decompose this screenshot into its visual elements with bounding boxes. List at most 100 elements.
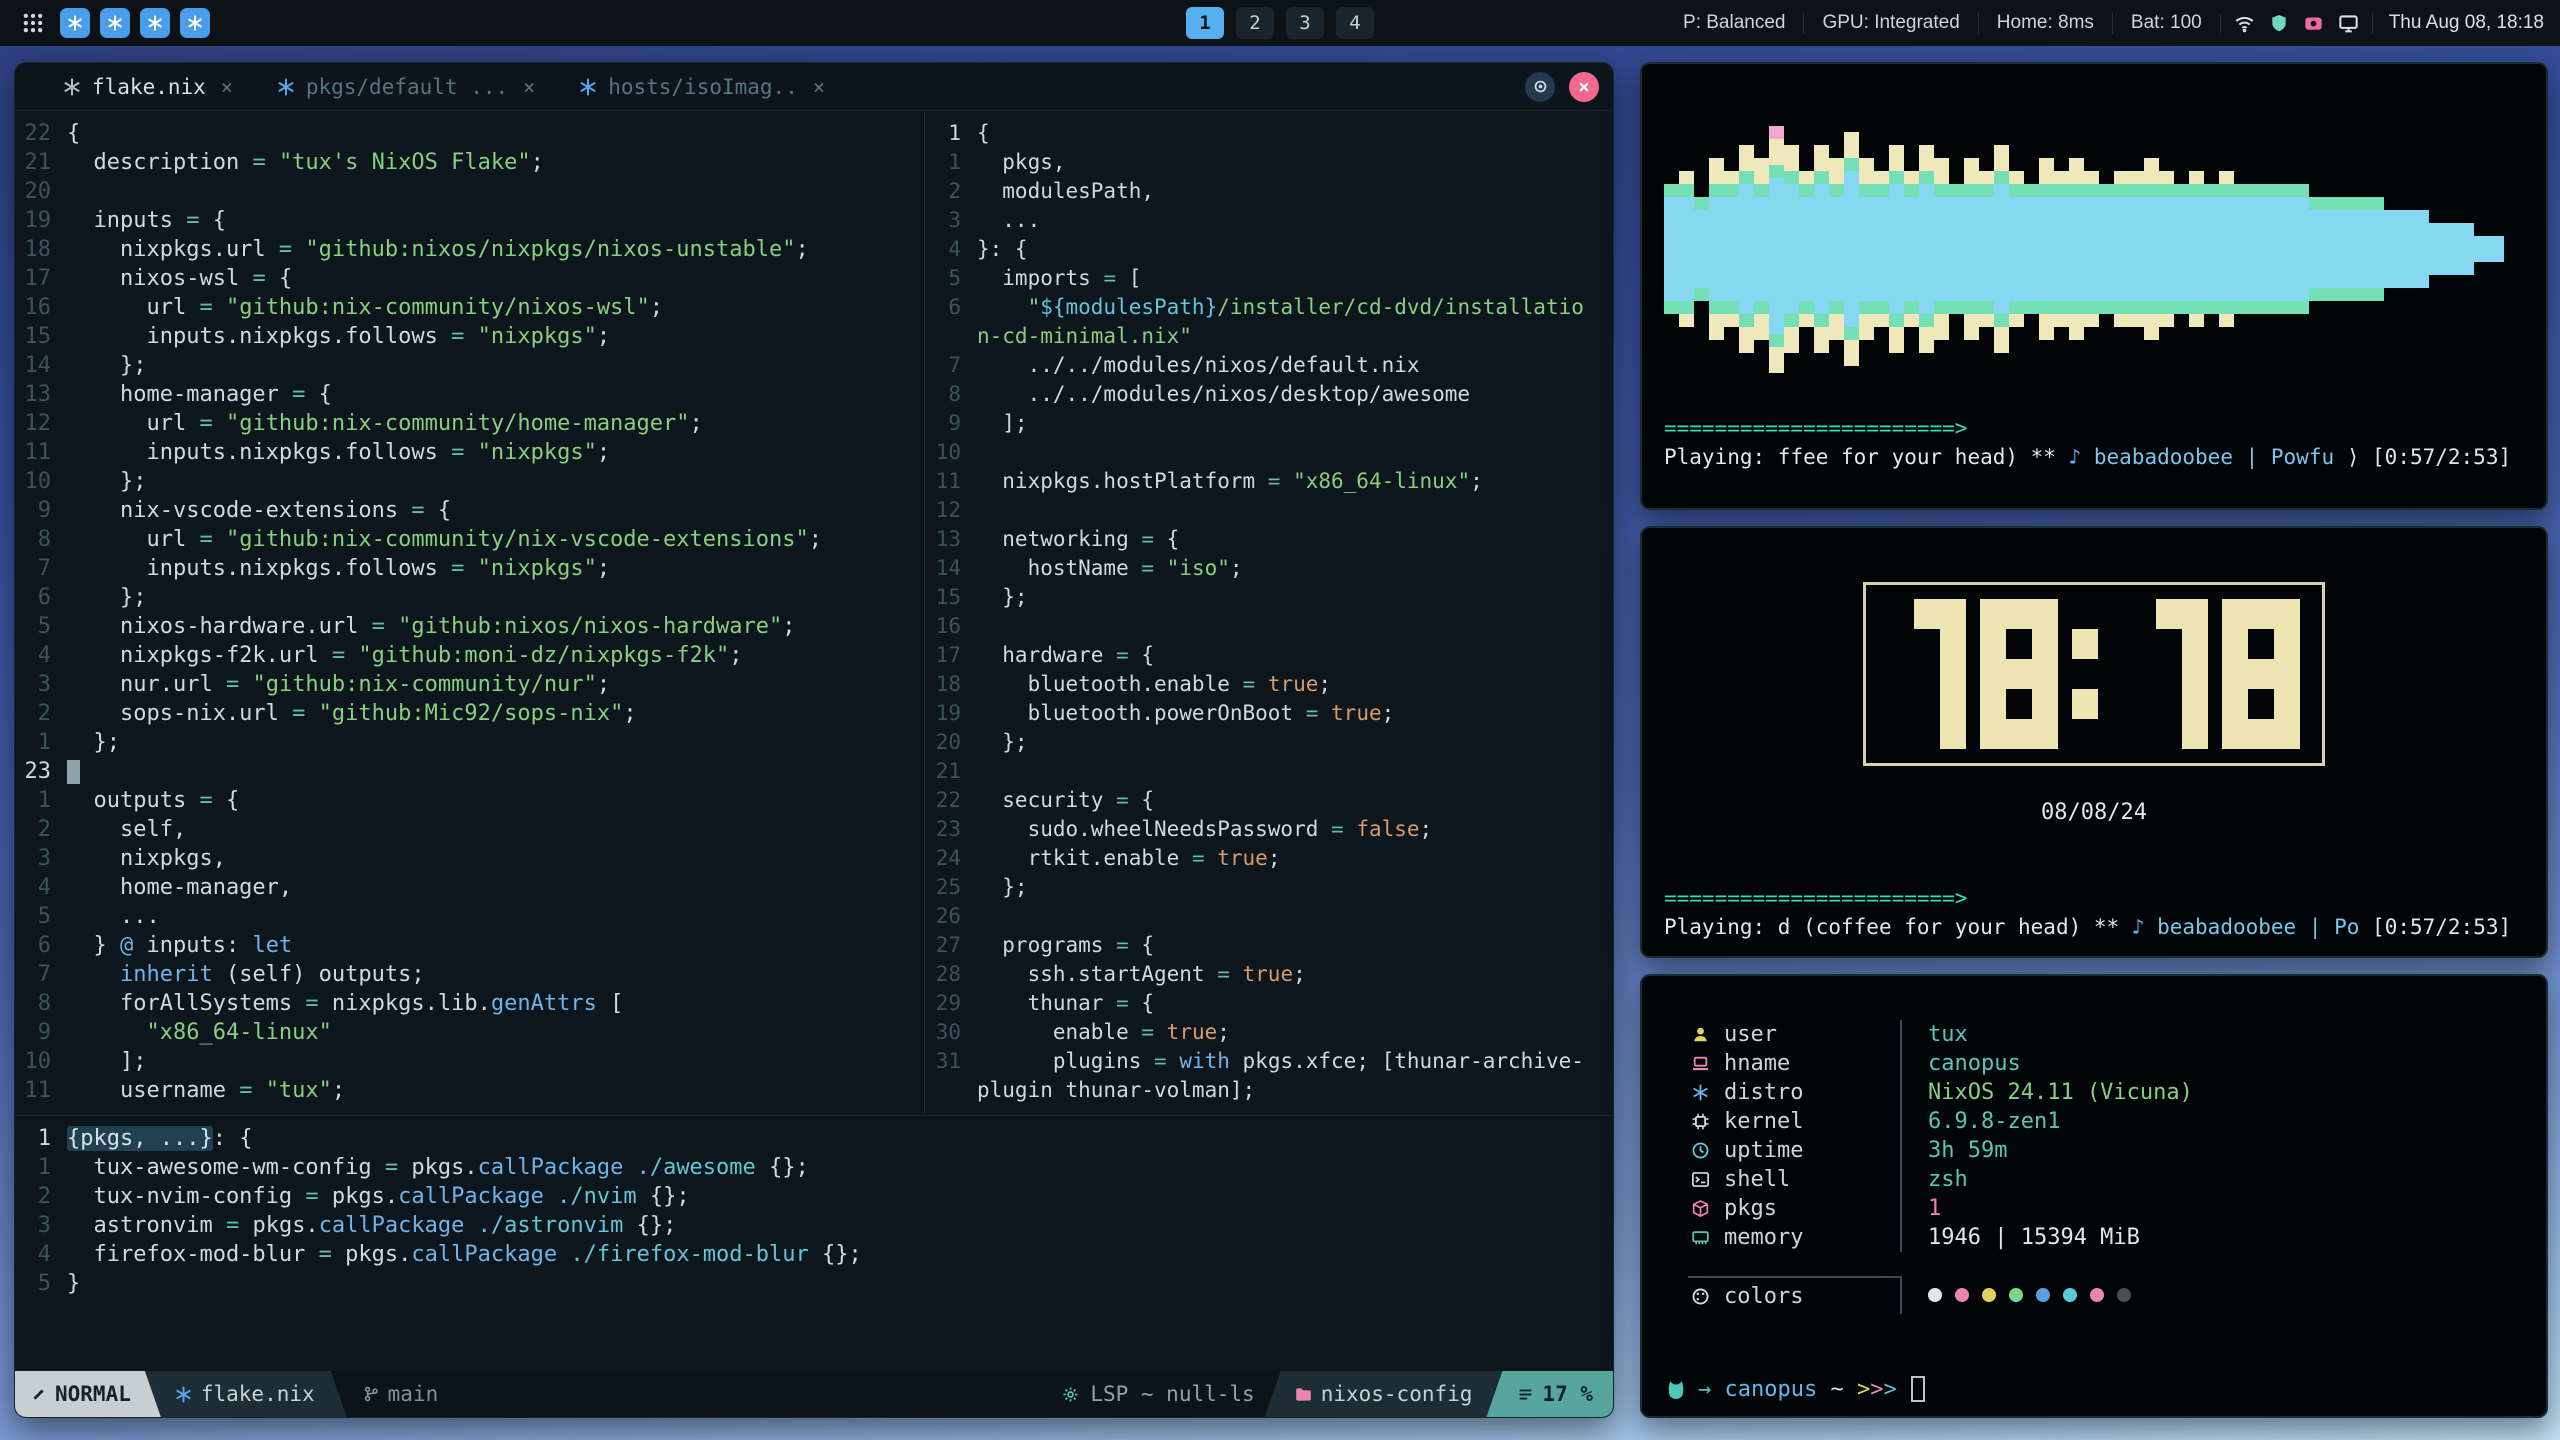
line-number: 14 [925,554,977,583]
status-chip: Home: 8ms [1978,12,2112,34]
tab-pkgs-default[interactable]: pkgs/default ... × [255,63,557,110]
code-line: 4}: { [925,235,1613,264]
gear-icon [1062,1386,1079,1403]
dock-app-icon[interactable] [180,8,210,38]
editor-pane-flake[interactable]: 22{21 description = "tux's NixOS Flake";… [15,111,925,1115]
fetch-label: user [1724,1022,1777,1047]
code-line: 10 }; [15,467,924,496]
code-line: 5 imports = [ [925,264,1613,293]
editor-pane-pkgs[interactable]: 1{pkgs, ...}: {1 tux-awesome-wm-config =… [15,1115,1613,1371]
close-button[interactable]: × [1569,72,1599,102]
code-line: 9 ]; [925,409,1613,438]
line-number: 10 [15,1047,67,1076]
line-text: nixpkgs, [67,844,226,873]
clock-date-text[interactable]: Thu Aug 08, 18:18 [2372,12,2544,34]
viz-bar [2114,171,2129,327]
network-icon[interactable] [2235,14,2254,33]
viz-bar [1889,145,1904,353]
code-line: 23 sudo.wheelNeedsPassword = false; [925,815,1613,844]
line-text: ssh.startAgent = true; [977,960,1306,989]
playing-prefix: Playing: [1664,445,1778,469]
line-number: 4 [15,641,67,670]
clock-panel: 08/08/24 =======================> Playin… [1640,526,2548,958]
fetch-value: NixOS 24.11 (Vicuna) [1902,1080,2193,1105]
tab-close-icon[interactable]: × [221,75,233,99]
shield-icon[interactable] [2270,14,2288,32]
viz-bar [1934,158,1949,340]
line-text: } [67,1269,80,1298]
line-text: plugin thunar-volman]; [977,1076,1255,1105]
viz-bar [1979,171,1994,327]
eq-line: =======================> [1664,884,2524,913]
color-dot [1928,1288,1942,1302]
line-text: { [977,119,990,148]
line-number: 12 [15,409,67,438]
code-line: 30 enable = true; [925,1018,1613,1047]
line-number: 9 [15,1018,67,1047]
viz-bar [1694,197,1709,301]
code-line: n-cd-minimal.nix" [925,322,1613,351]
clock-icon [1692,1142,1709,1159]
dock-app-icon[interactable] [140,8,170,38]
line-number: 6 [925,293,977,322]
fetch-label: kernel [1724,1109,1803,1134]
code-line: 6 } @ inputs: let [15,931,924,960]
song-title: ffee for your head) ** [1778,445,2069,469]
code-line: 21 description = "tux's NixOS Flake"; [15,148,924,177]
display-icon[interactable] [2339,14,2358,33]
dock [60,8,210,38]
code-line: 8 ../../modules/nixos/desktop/awesome [925,380,1613,409]
line-text: imports = [ [977,264,1141,293]
line-number: 13 [15,380,67,409]
fetch-label: pkgs [1724,1196,1777,1221]
workspace-tag-1[interactable]: 1 [1186,7,1224,39]
tab-hosts-isoimage[interactable]: hosts/isoImag.. × [557,63,847,110]
viz-bar [2189,171,2204,327]
dock-app-icon[interactable] [100,8,130,38]
clock-colon [2072,599,2098,749]
line-number: 22 [925,786,977,815]
now-playing: Playing: ffee for your head) ** ♪ beabad… [1664,443,2524,472]
tab-close-icon[interactable]: × [523,75,535,99]
code-line: 18 bluetooth.enable = true; [925,670,1613,699]
editor-pane-isoimage[interactable]: 1{1 pkgs,2 modulesPath,3 ...4}: {5 impor… [925,111,1613,1115]
tab-close-icon[interactable]: × [813,75,825,99]
workspace-tag-4[interactable]: 4 [1336,7,1374,39]
line-number: 16 [15,293,67,322]
line-text: security = { [977,786,1154,815]
line-text: nixos-wsl = { [67,264,292,293]
fetch-label: distro [1724,1080,1803,1105]
launcher-icon[interactable] [16,6,50,40]
viz-bar [2264,184,2279,314]
workspace-tag-3[interactable]: 3 [1286,7,1324,39]
screencast-icon[interactable] [2304,14,2323,33]
code-line: 17 nixos-wsl = { [15,264,924,293]
statusline-filename: flake.nix [145,1371,347,1417]
viz-bar [1904,171,1919,327]
titlebar-toggle-button[interactable] [1525,72,1555,102]
dock-app-icon[interactable] [60,8,90,38]
line-text: inputs.nixpkgs.follows = "nixpkgs"; [67,322,610,351]
code-line: 21 [925,757,1613,786]
code-line: 2 modulesPath, [925,177,1613,206]
shell-prompt[interactable]: → canopus ~ >>> [1666,1376,1925,1402]
code-line: 1{pkgs, ...}: { [15,1124,1613,1153]
playing-prefix: Playing: [1664,915,1778,939]
line-text: ... [977,206,1040,235]
viz-bar [1844,132,1859,366]
code-line: 29 thunar = { [925,989,1613,1018]
line-number: 19 [15,206,67,235]
code-line: 12 url = "github:nix-community/home-mana… [15,409,924,438]
tab-flake-nix[interactable]: flake.nix × [41,63,255,110]
workspace-tag-2[interactable]: 2 [1236,7,1274,39]
line-text: self, [67,815,186,844]
viz-bar [2429,223,2444,275]
line-text: inputs = { [67,206,226,235]
project-name: nixos-config [1265,1371,1503,1417]
line-number: 23 [15,757,67,786]
line-number: 8 [925,380,977,409]
code-line: 22{ [15,119,924,148]
color-dot [1955,1288,1969,1302]
status-chips: P: BalancedGPU: IntegratedHome: 8msBat: … [1665,12,2220,34]
code-line: 20 [15,177,924,206]
